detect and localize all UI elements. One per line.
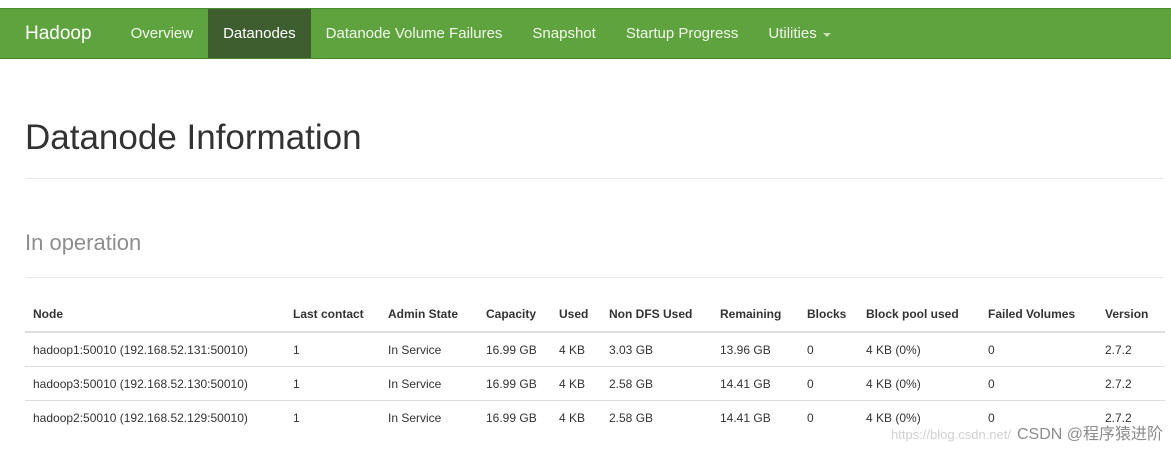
cell-block-pool-used: 4 KB (0%) xyxy=(858,332,980,367)
cell-last-contact: 1 xyxy=(285,366,380,401)
cell-blocks: 0 xyxy=(799,332,858,367)
cell-version: 2.7.2 xyxy=(1097,332,1165,367)
nav-overview[interactable]: Overview xyxy=(116,9,209,58)
watermark-author: CSDN @程序猿进阶 xyxy=(1016,426,1163,443)
cell-non-dfs-used: 2.58 GB xyxy=(609,410,654,425)
cell-used: 4 KB xyxy=(559,410,586,425)
col-header-capacity: Capacity xyxy=(478,297,551,333)
cell-blocks: 0 xyxy=(799,366,858,401)
cell-used: 4 KB xyxy=(551,332,601,367)
col-header-node: Node xyxy=(25,297,285,333)
watermark: https://blog.csdn.net/ CSDN @程序猿进阶 xyxy=(891,420,1163,444)
col-header-used: Used xyxy=(551,297,601,333)
cell-remaining: 14.41 GB xyxy=(712,366,799,401)
cell-non-dfs-used: 3.03 GB xyxy=(601,332,712,367)
cell-last-contact: 1 xyxy=(293,410,300,425)
cell-remaining: 13.96 GB xyxy=(712,332,799,367)
cell-node: hadoop2:50010 (192.168.52.129:50010) xyxy=(33,410,248,425)
page-title: Datanode Information xyxy=(25,118,362,157)
table-row: hadoop1:50010 (192.168.52.131:50010) 1 I… xyxy=(25,332,1165,367)
cell-remaining: 14.41 GB xyxy=(720,410,771,425)
cell-block-pool-used: 4 KB (0%) xyxy=(858,366,980,401)
cell-admin-state: In Service xyxy=(380,332,478,367)
cell-admin-state: In Service xyxy=(380,366,478,401)
cell-failed-volumes: 0 xyxy=(980,332,1097,367)
nav-snapshot[interactable]: Snapshot xyxy=(517,9,610,58)
col-header-last-contact: Last contact xyxy=(285,297,380,333)
window-top-strip xyxy=(0,0,1171,8)
cell-used: 4 KB xyxy=(551,366,601,401)
col-header-block-pool-used: Block pool used xyxy=(858,297,980,333)
cell-capacity: 16.99 GB xyxy=(478,366,551,401)
section-divider xyxy=(25,277,1164,278)
cell-failed-volumes: 0 xyxy=(980,366,1097,401)
cell-last-contact: 1 xyxy=(285,332,380,367)
cell-capacity: 16.99 GB xyxy=(486,410,537,425)
nav-utilities-dropdown[interactable]: Utilities xyxy=(753,9,845,58)
col-header-version: Version xyxy=(1097,297,1165,333)
col-header-failed-volumes: Failed Volumes xyxy=(980,297,1097,333)
nav-startup-progress[interactable]: Startup Progress xyxy=(611,9,754,58)
nav-datanodes[interactable]: Datanodes xyxy=(208,9,311,58)
table-header-row: Node Last contact Admin State Capacity U… xyxy=(25,297,1165,333)
top-navbar: Hadoop Overview Datanodes Datanode Volum… xyxy=(0,8,1171,59)
nav-datanode-volume-failures[interactable]: Datanode Volume Failures xyxy=(311,9,518,58)
col-header-blocks: Blocks xyxy=(799,297,858,333)
section-title: In operation xyxy=(25,230,142,255)
cell-node: hadoop3:50010 (192.168.52.130:50010) xyxy=(25,366,285,401)
title-divider xyxy=(25,178,1164,179)
col-header-non-dfs-used: Non DFS Used xyxy=(601,297,712,333)
datanodes-table: Node Last contact Admin State Capacity U… xyxy=(25,297,1165,434)
cell-admin-state: In Service xyxy=(388,410,442,425)
brand-logo[interactable]: Hadoop xyxy=(0,9,116,58)
caret-down-icon xyxy=(822,32,831,37)
cell-node: hadoop1:50010 (192.168.52.131:50010) xyxy=(25,332,285,367)
col-header-admin-state: Admin State xyxy=(380,297,478,333)
watermark-url: https://blog.csdn.net/ xyxy=(891,427,1011,442)
cell-capacity: 16.99 GB xyxy=(478,332,551,367)
cell-version: 2.7.2 xyxy=(1097,366,1165,401)
nav-utilities-label: Utilities xyxy=(768,25,817,42)
cell-blocks: 0 xyxy=(807,410,814,425)
col-header-remaining: Remaining xyxy=(712,297,799,333)
table-row: hadoop3:50010 (192.168.52.130:50010) 1 I… xyxy=(25,366,1165,401)
cell-non-dfs-used: 2.58 GB xyxy=(601,366,712,401)
